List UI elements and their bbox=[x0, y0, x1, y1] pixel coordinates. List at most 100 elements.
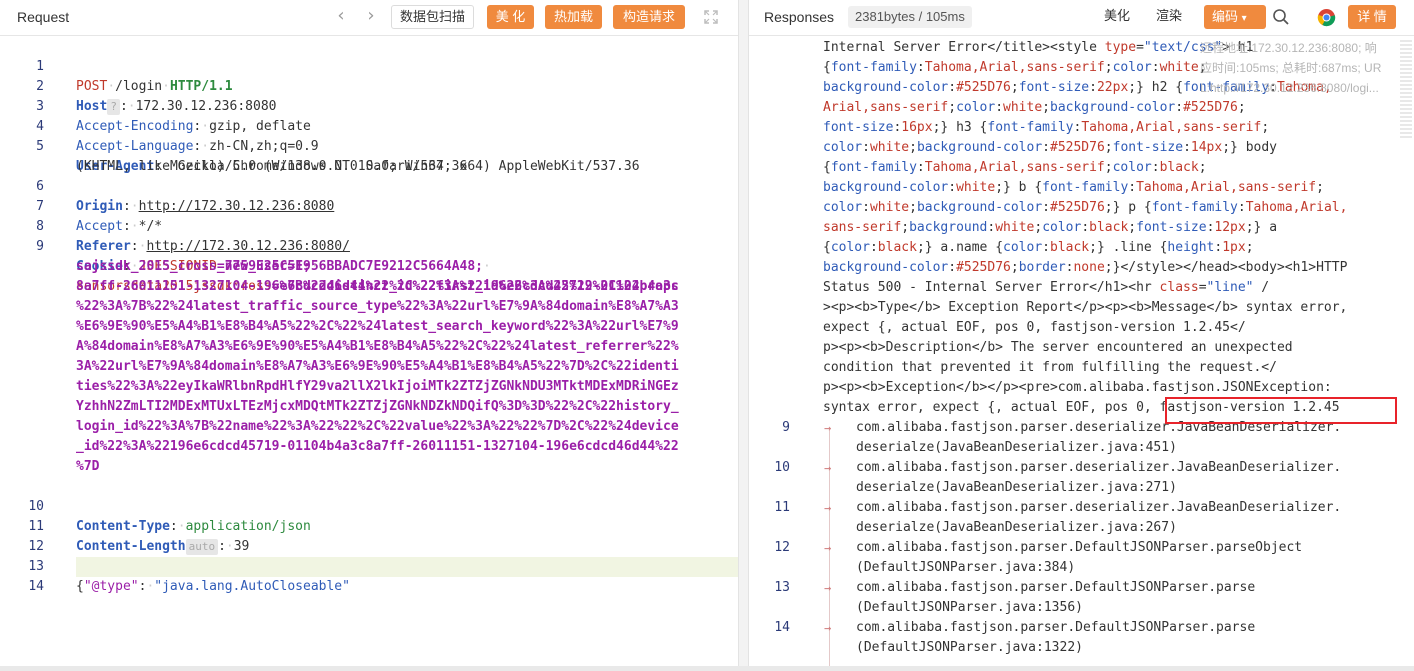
response-code: p><p><b>Description</b> The server encou… bbox=[823, 338, 1390, 358]
chrome-icon[interactable] bbox=[1317, 8, 1336, 27]
details-button[interactable]: 详 情 bbox=[1348, 5, 1396, 29]
html-text: ; bbox=[1198, 160, 1207, 175]
tab-arrow-icon: → bbox=[824, 621, 832, 635]
css-value: #525D76 bbox=[1050, 200, 1105, 215]
stack-frame: com.alibaba.fastjson.parser.DefaultJSONP… bbox=[856, 580, 1256, 595]
response-code: ><p><b>Type</b> Exception Report</p><p><… bbox=[823, 298, 1390, 318]
css-value: white bbox=[869, 200, 910, 215]
header-referer: 8 Referer:·http://172.30.12.236:8080/ bbox=[0, 197, 738, 254]
cookie-line: sajssdk_2015_cross_new_user=1;· bbox=[76, 259, 319, 274]
stack-trace-line: 12 → com.alibaba.fastjson.parser.DefaultJS… bbox=[749, 538, 1414, 558]
css-property: font-size bbox=[1018, 80, 1090, 95]
css-property: background-color bbox=[823, 260, 949, 275]
empty-edit-line[interactable]: 14 bbox=[0, 557, 738, 594]
html-text: ; bbox=[1261, 120, 1270, 135]
cookie-value: %7D bbox=[76, 459, 100, 474]
css-property: background-color bbox=[916, 140, 1043, 155]
html-text: condition that prevented it from fulfill… bbox=[823, 360, 1277, 375]
beautify-button[interactable]: 美 化 bbox=[487, 5, 534, 29]
css-property: background bbox=[909, 220, 988, 235]
response-code: font-size:16px;} h3 {font-family:Tahoma,… bbox=[823, 118, 1390, 138]
tab-arrow-icon: → bbox=[824, 421, 832, 435]
stack-frame: com.alibaba.fastjson.parser.DefaultJSONP… bbox=[856, 540, 1303, 555]
response-editor[interactable]: Internal Server Error</title><style type… bbox=[749, 36, 1414, 671]
css-value: white bbox=[995, 220, 1035, 235]
css-value: #525D76 bbox=[956, 260, 1011, 275]
css-value: white bbox=[956, 180, 996, 195]
stack-frame-location: (DefaultJSONParser.java:1356) bbox=[856, 600, 1083, 615]
html-text: ;} p { bbox=[1104, 200, 1152, 215]
html-text: ;} b { bbox=[995, 180, 1043, 195]
cookie-value: _id%22%3A%22196e6cdcd45719-01104b4a3c8a7… bbox=[76, 439, 679, 454]
response-html-line: condition that prevented it from fulfill… bbox=[749, 358, 1414, 378]
html-text: ;} h2 { bbox=[1128, 80, 1184, 95]
encoding-dropdown[interactable]: 编码 ▾ bbox=[1204, 5, 1266, 29]
construct-request-button[interactable]: 构造请求 bbox=[613, 5, 685, 29]
header-origin: 6 Origin:·http://172.30.12.236:8080 bbox=[0, 157, 738, 214]
stack-trace-line: 11 → com.alibaba.fastjson.parser.deseriali… bbox=[749, 498, 1414, 518]
css-property: font-family bbox=[830, 60, 917, 75]
css-property: font-family bbox=[987, 120, 1074, 135]
html-string: "line" bbox=[1206, 280, 1254, 295]
back-arrow-icon[interactable]: ‹ bbox=[332, 6, 350, 28]
expand-icon[interactable] bbox=[703, 9, 719, 25]
response-html-line: color:white;background-color:#525D76;} p… bbox=[749, 198, 1414, 218]
cookie-line: _id%22%3A%22196e6cdcd45719-01104b4a3c8a7… bbox=[0, 437, 738, 457]
html-text: { bbox=[823, 60, 831, 75]
cookie-line: 3A%22url%E7%9A%84domain%E8%A7%A3%E6%9E%9… bbox=[0, 357, 738, 377]
html-text: p><p><b>Exception</b></p><pre>com.alibab… bbox=[823, 380, 1332, 395]
header-cookie: 9 Cookie:·JSESSIONID=7759E25C5F956BBADC7… bbox=[0, 217, 738, 274]
response-title: Responses bbox=[764, 9, 835, 25]
cookie-value: ties%22%3A%22eyIkaWRlbnRpdHlfY29va2llX2l… bbox=[76, 379, 679, 394]
html-text: ; bbox=[1104, 60, 1113, 75]
html-text: ;} a.name { bbox=[916, 240, 1004, 255]
encoding-label: 编码 bbox=[1212, 9, 1239, 24]
line-number: 11 bbox=[774, 500, 790, 515]
response-size-badge: 2381bytes / 105ms bbox=[848, 6, 972, 28]
request-line: 1 POST·/login·HTTP/1.1 bbox=[0, 37, 738, 94]
html-text: p><p><b>Description</b> The server encou… bbox=[823, 340, 1293, 355]
css-value: 1px bbox=[1222, 240, 1246, 255]
header-accept-language: 4 Accept-Language:·zh-CN,zh;q=0.9 bbox=[0, 97, 738, 154]
css-property: background-color bbox=[916, 200, 1043, 215]
html-text: ;} h3 { bbox=[932, 120, 988, 135]
cookie-value: %22%3A%7B%22%24latest_traffic_source_typ… bbox=[76, 299, 679, 314]
stack-trace-line: deserialze(JavaBeanDeserializer.java:451… bbox=[749, 438, 1414, 458]
css-value: 22px bbox=[1096, 80, 1129, 95]
response-code: background-color:white;} b {font-family:… bbox=[823, 178, 1390, 198]
response-code: color:white;background-color:#525D76;} p… bbox=[823, 198, 1390, 218]
html-text: ><p><b>Type</b> Exception Report</p><p><… bbox=[823, 300, 1348, 315]
css-value: #525D76 bbox=[956, 80, 1011, 95]
stack-frame: com.alibaba.fastjson.parser.deserializer… bbox=[856, 500, 1342, 515]
hot-load-button[interactable]: 热加载 bbox=[545, 5, 602, 29]
search-icon[interactable] bbox=[1272, 8, 1290, 26]
css-property: border bbox=[1018, 260, 1066, 275]
render-button[interactable]: 渲染 bbox=[1148, 5, 1191, 29]
minimap-scroll-indicator[interactable] bbox=[1400, 40, 1412, 140]
response-code: expect {, actual EOF, pos 0, fastjson-ve… bbox=[823, 318, 1390, 338]
bottom-scrollbar[interactable] bbox=[0, 666, 1414, 671]
html-text: ; bbox=[1245, 240, 1254, 255]
css-property: height bbox=[1167, 240, 1215, 255]
html-text: ; bbox=[1128, 220, 1137, 235]
html-text: : bbox=[1183, 140, 1191, 155]
forward-arrow-icon[interactable]: › bbox=[362, 6, 380, 28]
request-editor[interactable]: 1 POST·/login·HTTP/1.1 2 Host?:·172.30.1… bbox=[0, 36, 738, 671]
response-code: color:white;background-color:#525D76;fon… bbox=[823, 138, 1390, 158]
cookie-line: %22%3A%7B%22%24latest_traffic_source_typ… bbox=[0, 297, 738, 317]
request-toolbar: Request ‹ › 数据包扫描 美 化 热加载 构造请求 bbox=[0, 0, 738, 36]
request-pane: Request ‹ › 数据包扫描 美 化 热加载 构造请求 1 POST·/l… bbox=[0, 0, 738, 671]
css-property: color bbox=[823, 200, 863, 215]
css-property: color bbox=[956, 100, 996, 115]
css-value: #525D76 bbox=[1050, 140, 1105, 155]
pane-divider[interactable] bbox=[738, 0, 749, 671]
cookie-value: A%84domain%E8%A7%A3%E6%9E%90%E5%A4%B1%E8… bbox=[76, 339, 679, 354]
html-attr: type bbox=[1104, 40, 1137, 55]
html-text: : bbox=[948, 260, 957, 275]
packet-scan-button[interactable]: 数据包扫描 bbox=[391, 5, 475, 29]
response-html-line: font-size:16px;} h3 {font-family:Tahoma,… bbox=[749, 118, 1414, 138]
stack-trace-line: deserialze(JavaBeanDeserializer.java:271… bbox=[749, 478, 1414, 498]
css-property: font-size bbox=[1136, 220, 1207, 235]
response-beautify-button[interactable]: 美化 bbox=[1096, 5, 1139, 29]
css-property: color bbox=[823, 140, 863, 155]
